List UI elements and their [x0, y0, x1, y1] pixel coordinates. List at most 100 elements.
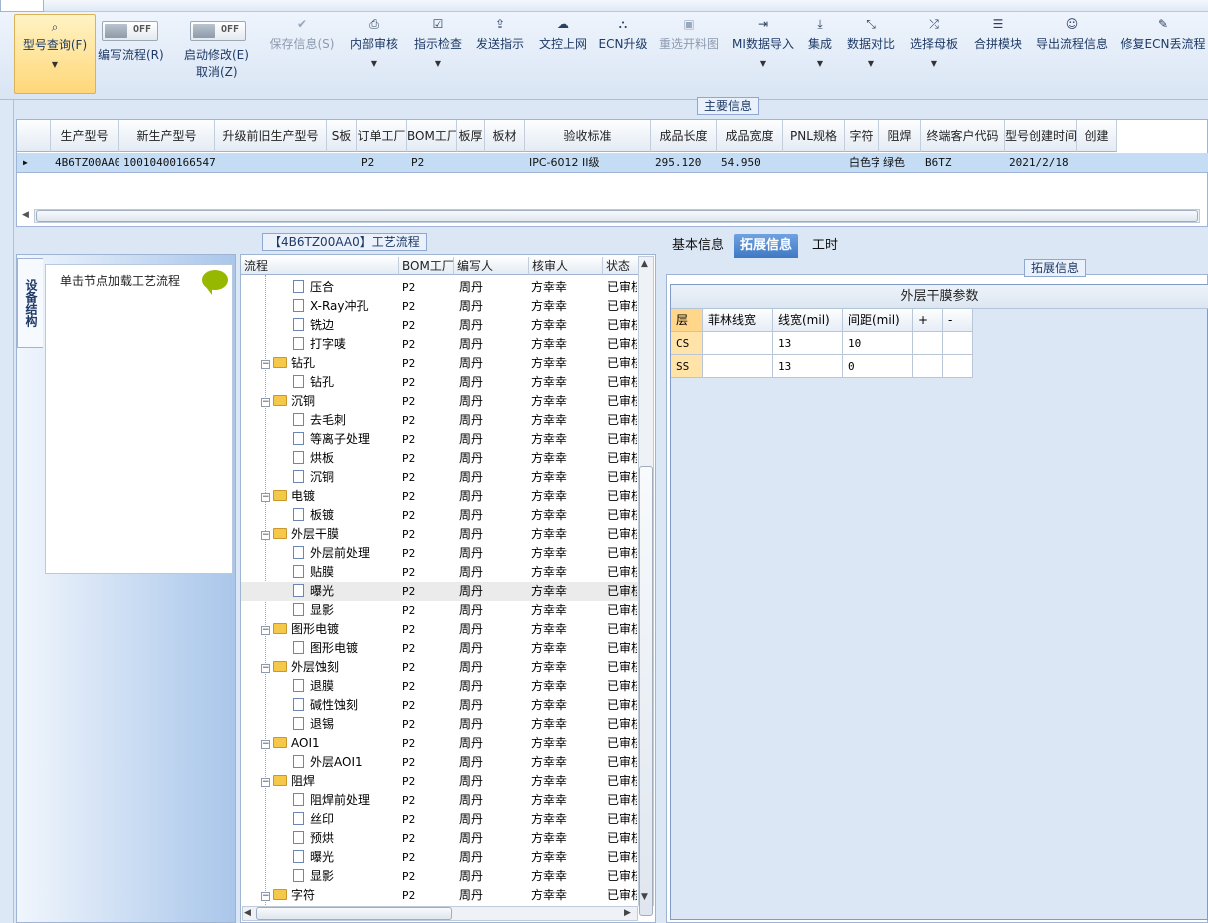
tree-column-header[interactable]: 核审人 [529, 257, 603, 275]
table-cell[interactable] [943, 332, 973, 355]
column-header[interactable]: 终端客户代码 [921, 120, 1005, 152]
column-header[interactable]: 成品长度 [651, 120, 717, 152]
model-query-button[interactable]: ⌕ 型号查询(F) ▼ [14, 14, 96, 94]
tree-node[interactable]: − 图形电镀 [261, 620, 339, 639]
tree-node[interactable]: 沉铜 [293, 468, 334, 487]
column-header[interactable]: S板 [327, 120, 357, 152]
column-header[interactable]: 成品宽度 [717, 120, 783, 152]
tree-node[interactable]: 烘板 [293, 449, 334, 468]
toolbar-button-10[interactable]: ⤮ 选择母板 ▼ [909, 12, 959, 100]
column-header[interactable]: 板材 [485, 120, 525, 152]
scroll-down-icon[interactable]: ▼ [641, 892, 648, 902]
column-header[interactable]: 型号创建时间 [1005, 120, 1077, 152]
tab-1[interactable]: 拓展信息 [734, 234, 799, 258]
tree-node[interactable]: − 沉铜 [261, 392, 315, 411]
edit-flow-toggle[interactable]: OFF [102, 21, 158, 41]
table-cell[interactable]: 白色字符 [845, 153, 879, 173]
tree-node[interactable]: 钻孔 [293, 373, 334, 392]
tree-node[interactable]: − 电镀 [261, 487, 315, 506]
table-cell[interactable] [913, 332, 943, 355]
collapse-icon[interactable]: − [261, 360, 270, 369]
tree-row[interactable]: − AOI1 P2 周丹 方幸幸 已审核 [241, 734, 641, 753]
table-cell[interactable] [1077, 153, 1117, 173]
scroll-thumb[interactable] [36, 210, 1198, 222]
tree-row[interactable]: 碱性蚀刻 P2 周丹 方幸幸 已审核 [241, 696, 641, 715]
tree-column-header[interactable]: 编写人 [454, 257, 529, 275]
table-cell[interactable]: CS [671, 332, 703, 355]
chevron-down-icon[interactable]: ▼ [931, 58, 937, 70]
tree-node[interactable]: 去毛刺 [293, 411, 346, 430]
tree-node[interactable]: 预烘 [293, 829, 334, 848]
tree-row[interactable]: − 字符 P2 周丹 方幸幸 已审核 [241, 886, 641, 905]
collapse-icon[interactable]: − [261, 778, 270, 787]
toolbar-button-11[interactable]: ☰ 合拼模块 [973, 12, 1023, 100]
scroll-thumb[interactable] [639, 466, 653, 916]
tree-node[interactable]: 外层前处理 [293, 544, 370, 563]
toolbar-button-8[interactable]: ⤓ 集成 ▼ [806, 12, 834, 100]
scroll-right-icon[interactable]: ▶ [624, 908, 631, 918]
table-cell[interactable] [457, 153, 485, 173]
table-cell[interactable]: 2021/2/18 [1005, 153, 1077, 173]
scroll-left-icon[interactable]: ◀ [22, 210, 29, 220]
column-header[interactable]: 生产型号 [51, 120, 119, 152]
toolbar-button-3[interactable]: ⇪ 发送指示 [475, 12, 525, 100]
tree-row[interactable]: − 外层干膜 P2 周丹 方幸幸 已审核 [241, 525, 641, 544]
collapse-icon[interactable]: − [261, 531, 270, 540]
quick-access-tab[interactable] [0, 0, 44, 12]
collapse-icon[interactable]: − [261, 664, 270, 673]
tree-node[interactable]: − 外层干膜 [261, 525, 339, 544]
tree-row[interactable]: 显影 P2 周丹 方幸幸 已审核 [241, 867, 641, 886]
tree-node[interactable]: 曝光 [293, 848, 334, 867]
table-cell[interactable] [485, 153, 525, 173]
flow-hscroll[interactable]: ◀ ▶ [242, 906, 638, 921]
column-header[interactable]: 创建 [1077, 120, 1117, 152]
toolbar-button-4[interactable]: ☁ 文控上网 [538, 12, 588, 100]
collapse-icon[interactable]: − [261, 398, 270, 407]
table-cell[interactable]: IPC-6012 II级 [525, 153, 651, 173]
tree-row[interactable]: − 电镀 P2 周丹 方幸幸 已审核 [241, 487, 641, 506]
tree-column-header[interactable]: 流程 [241, 257, 399, 275]
tree-row[interactable]: − 图形电镀 P2 周丹 方幸幸 已审核 [241, 620, 641, 639]
tree-row[interactable]: 丝印 P2 周丹 方幸幸 已审核 [241, 810, 641, 829]
table-cell[interactable] [327, 153, 357, 173]
tree-row[interactable]: 预烘 P2 周丹 方幸幸 已审核 [241, 829, 641, 848]
tree-node[interactable]: − 字符 [261, 886, 315, 905]
table-cell[interactable] [215, 153, 327, 173]
tree-row[interactable]: X-Ray冲孔 P2 周丹 方幸幸 已审核 [241, 297, 641, 316]
chevron-down-icon[interactable]: ▼ [817, 58, 823, 70]
chevron-down-icon[interactable]: ▼ [760, 58, 766, 70]
tree-node[interactable]: − 阻焊 [261, 772, 315, 791]
tree-row[interactable]: − 钻孔 P2 周丹 方幸幸 已审核 [241, 354, 641, 373]
tree-row[interactable]: − 外层蚀刻 P2 周丹 方幸幸 已审核 [241, 658, 641, 677]
tree-row[interactable]: − 阻焊 P2 周丹 方幸幸 已审核 [241, 772, 641, 791]
table-cell[interactable]: 10 [843, 332, 913, 355]
tree-row[interactable]: 压合 P2 周丹 方幸幸 已审核 [241, 278, 641, 297]
table-cell[interactable]: 0 [843, 355, 913, 378]
start-modify-toggle[interactable]: OFF [190, 21, 246, 41]
column-header[interactable]: 验收标准 [525, 120, 651, 152]
tab-2[interactable]: 工时 [806, 234, 844, 258]
tree-column-header[interactable]: 状态 [603, 257, 641, 275]
tree-row[interactable]: 显影 P2 周丹 方幸幸 已审核 [241, 601, 641, 620]
tree-node[interactable]: 碱性蚀刻 [293, 696, 358, 715]
table-cell[interactable] [913, 355, 943, 378]
tree-node[interactable]: 曝光 [293, 582, 334, 601]
tree-node[interactable]: 显影 [293, 867, 334, 886]
tree-node[interactable]: 外层AOI1 [293, 753, 363, 772]
tree-row[interactable]: 铣边 P2 周丹 方幸幸 已审核 [241, 316, 641, 335]
scroll-up-icon[interactable]: ▲ [641, 259, 648, 269]
tree-row[interactable]: 沉铜 P2 周丹 方幸幸 已审核 [241, 468, 641, 487]
toolbar-button-5[interactable]: ⛬ ECN升级 [599, 12, 648, 100]
column-header[interactable]: 字符 [845, 120, 879, 152]
scroll-left-icon[interactable]: ◀ [244, 908, 251, 918]
cancel-label[interactable]: 取消(Z) [196, 64, 238, 80]
table-cell[interactable]: 54.950 [717, 153, 783, 173]
chevron-down-icon[interactable]: ▼ [371, 58, 377, 70]
tree-row[interactable]: 贴膜 P2 周丹 方幸幸 已审核 [241, 563, 641, 582]
tree-row[interactable]: 退膜 P2 周丹 方幸幸 已审核 [241, 677, 641, 696]
toolbar-button-12[interactable]: ☺ 导出流程信息 [1035, 12, 1109, 100]
tree-row[interactable]: 钻孔 P2 周丹 方幸幸 已审核 [241, 373, 641, 392]
table-cell[interactable]: 13 [773, 332, 843, 355]
table-cell[interactable] [783, 153, 845, 173]
toolbar-button-0[interactable]: ✔ 保存信息(S) [267, 12, 337, 100]
